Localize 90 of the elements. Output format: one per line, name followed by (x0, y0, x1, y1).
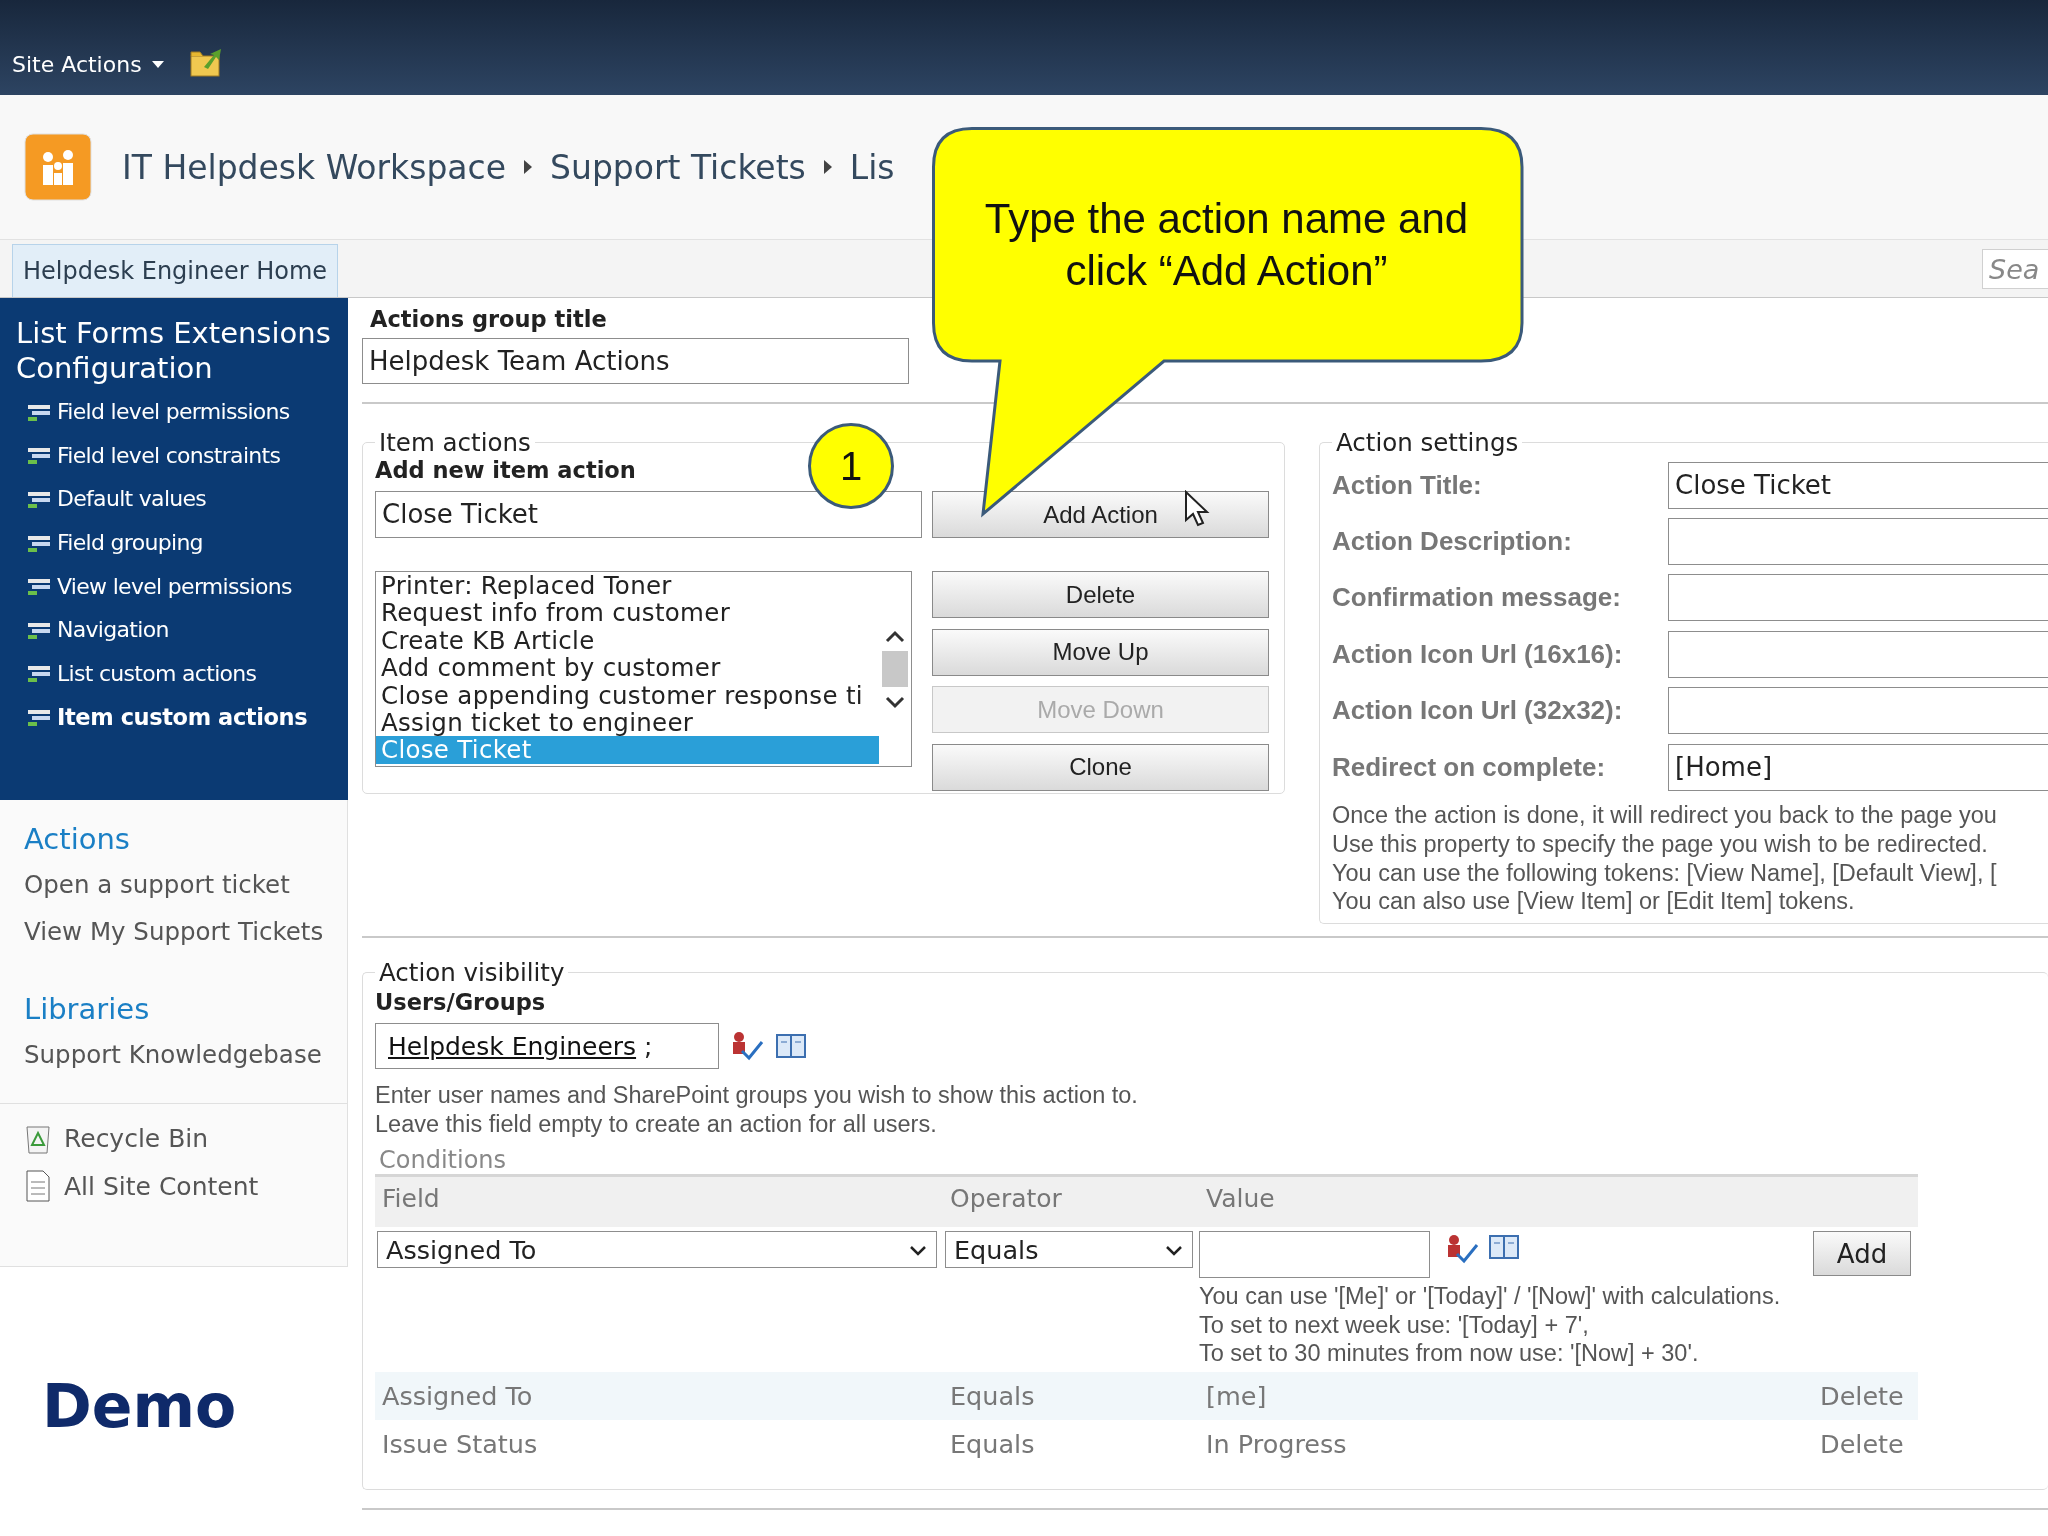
action-button[interactable]: Add Action (932, 491, 1269, 538)
folder-arrow-icon[interactable] (189, 47, 224, 77)
document-icon (24, 1170, 52, 1202)
table-cell-text: Equals (949, 1427, 1036, 1461)
mouse-pointer-icon (1184, 490, 1210, 528)
step-number: 1 (808, 423, 894, 509)
table-cell: Assigned To (375, 1371, 943, 1420)
site-logo-icon (24, 133, 92, 201)
callout-text: Type the action name and click “Add Action” (984, 194, 1469, 296)
sidebar-item[interactable]: View level permissions (16, 564, 348, 608)
column-header: Value (1205, 1183, 1276, 1216)
sidebar-item[interactable]: Field grouping (16, 520, 348, 565)
breadcrumb-link[interactable]: IT Helpdesk Workspace (122, 147, 507, 187)
sidebar-item[interactable]: Item custom actions (16, 695, 348, 739)
field-label: Confirmation message: (1332, 582, 1622, 614)
column-header: Operator (949, 1183, 1063, 1216)
delete-link[interactable]: Delete (1813, 1371, 1918, 1420)
field-label: Redirect on complete: (1332, 751, 1607, 783)
column-header: Field (381, 1183, 441, 1216)
sidebar-item[interactable]: Default values (16, 477, 348, 521)
help-text: Enter user names and SharePoint groups you wish to show this action to. Leave this field empty to create an action for all users. (375, 1081, 1139, 1139)
action-button[interactable]: Delete (932, 571, 1269, 618)
sidebar-item[interactable]: Navigation (16, 607, 348, 652)
breadcrumb-link[interactable]: Support Tickets (550, 147, 806, 187)
sidebar-title: List Forms Extensions Configuration (16, 316, 332, 386)
input-field[interactable]: Helpdesk Team Actions (362, 338, 909, 384)
sidebar-item[interactable]: List custom actions (16, 651, 348, 696)
list-option[interactable]: Create KB Article (376, 626, 879, 655)
value-field[interactable] (1199, 1231, 1430, 1279)
slide-label: Demo (42, 1371, 237, 1441)
action-button[interactable]: Clone (932, 743, 1269, 791)
address-book-icon[interactable] (1488, 1233, 1520, 1262)
list-option[interactable]: Printer: Replaced Toner (376, 572, 879, 600)
help-text: You can use '[Me]' or '[Today]' / '[Now]' with calculations. To set to next week use: '[Today] + 7', To set to 30 minutes from now use: '[Now] + 30'. (1199, 1282, 1782, 1369)
sidebar-link[interactable]: Support Knowledgebase (24, 1040, 347, 1069)
group-legend: Item actions (375, 428, 535, 457)
help-text: Once the action is done, it will redirect you back to the page you Use this property to specify the page you wish to be redirected. You can use the following tokens: [View Name], [Default View], [ You can also use [View Item] or [Edit Item] tokens. (1332, 801, 1998, 916)
list-option[interactable]: Close appending customer response ti (376, 681, 879, 710)
field-dropdown[interactable]: Assigned To (377, 1231, 937, 1269)
breadcrumb-link[interactable]: Lis (849, 147, 895, 187)
scroll-up-icon[interactable] (884, 629, 906, 643)
field-label: Add new item action (375, 457, 636, 483)
section-label: Conditions (379, 1146, 508, 1175)
caret-icon (151, 60, 164, 69)
scroll-down-icon[interactable] (884, 695, 906, 709)
field-label: Action Icon Url (32x32): (1332, 695, 1624, 727)
input-field[interactable]: Close Ticket (375, 491, 922, 538)
table-cell: [me] (1199, 1371, 1813, 1420)
home-tab[interactable]: Helpdesk Engineer Home (12, 244, 339, 297)
sidebar-item[interactable]: Field level constraints (16, 433, 348, 478)
operator-dropdown[interactable]: Equals (945, 1231, 1193, 1269)
table-cell: Equals (943, 1371, 1199, 1420)
field-label: Action Icon Url (16x16): (1332, 638, 1624, 670)
list-option[interactable]: Add comment by customer (376, 654, 879, 682)
sidebar-link[interactable]: View My Support Tickets (24, 917, 347, 946)
list-option[interactable]: Request info from customer (376, 599, 879, 627)
add-button[interactable]: Add (1813, 1231, 1911, 1277)
group-legend: Action settings (1332, 428, 1523, 457)
group-legend: Action visibility (375, 958, 569, 987)
sidebar-link[interactable]: All Site Content (24, 1170, 347, 1202)
table-cell-text: In Progress (1205, 1427, 1348, 1461)
scroll-thumb[interactable] (882, 651, 908, 687)
list-option[interactable]: Assign ticket to engineer (376, 709, 879, 737)
input-field[interactable] (1668, 574, 2048, 622)
action-button[interactable]: Move Up (932, 628, 1269, 676)
sidebar-link[interactable]: Open a support ticket (24, 870, 347, 899)
search-field[interactable]: Sea (1982, 249, 2048, 289)
field-label: Users/Groups (375, 989, 546, 1015)
people-picker-field[interactable]: Helpdesk Engineers ; (375, 1023, 719, 1069)
address-book-icon[interactable] (775, 1032, 807, 1060)
field-label: Action Description: (1332, 526, 1573, 558)
sidebar-item[interactable]: Field level permissions (16, 390, 348, 434)
site-actions-menu[interactable]: Site Actions (12, 52, 164, 77)
input-field[interactable]: Close Ticket (1668, 461, 2048, 509)
breadcrumb-arrow-icon (823, 160, 832, 174)
input-field[interactable] (1668, 630, 2048, 678)
user-link[interactable]: Helpdesk Engineers (388, 1031, 637, 1061)
separator-text: ; (644, 1031, 653, 1061)
field-label: Action Title: (1332, 469, 1483, 501)
input-field[interactable] (1668, 687, 2048, 735)
table-cell-text: Issue Status (381, 1427, 539, 1461)
field-label: Actions group title (370, 306, 607, 332)
section-heading[interactable]: Actions (24, 822, 347, 856)
input-field[interactable] (1668, 518, 2048, 566)
input-field[interactable]: [Home] (1668, 743, 2048, 791)
section-heading[interactable]: Libraries (24, 992, 347, 1026)
delete-link[interactable]: Delete (1813, 1419, 1918, 1468)
sidebar-link[interactable]: Recycle Bin (24, 1122, 347, 1154)
breadcrumb-arrow-icon (524, 160, 533, 174)
action-listbox[interactable]: Printer: Replaced Toner Request info from customer Create KB Article Add comment by customer Close appending customer response ti Assign ticket to engineer Close Ticket (375, 571, 912, 767)
